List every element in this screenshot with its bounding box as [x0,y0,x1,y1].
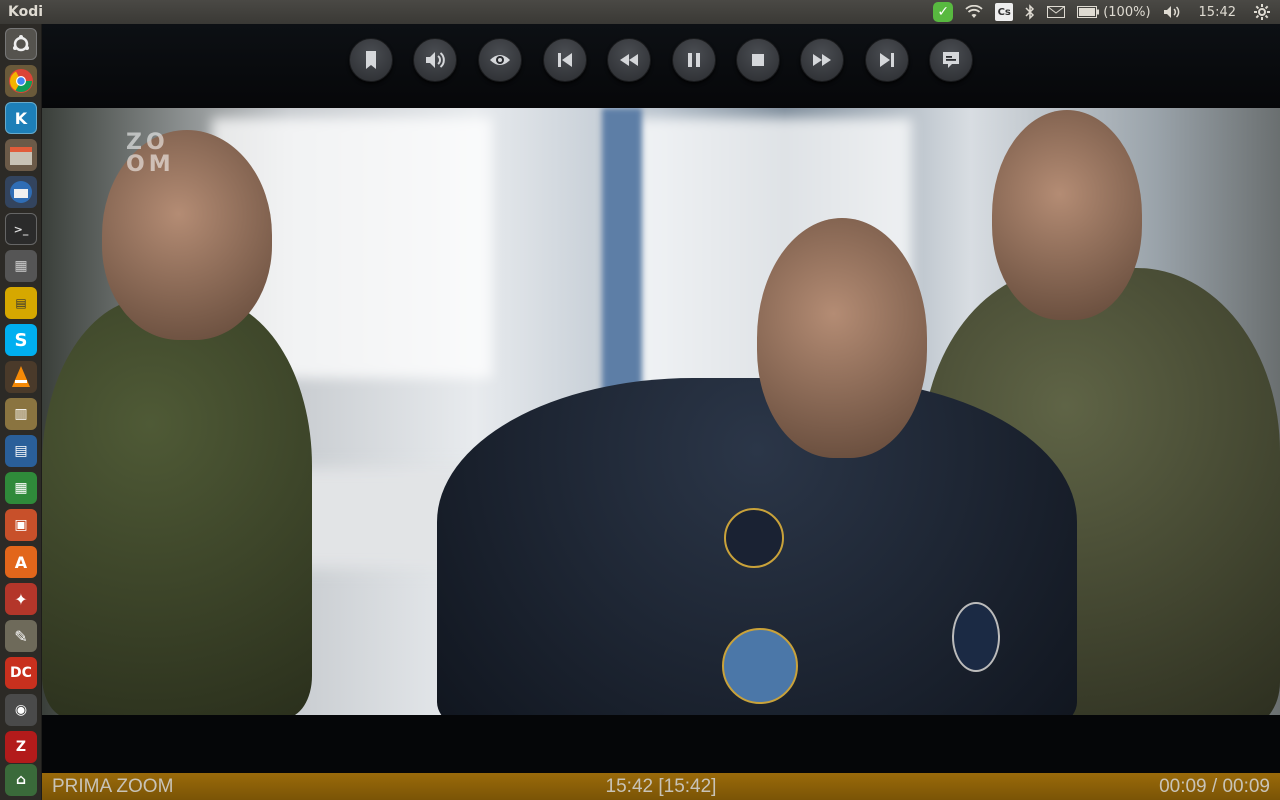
thunderbird-icon[interactable] [5,176,37,208]
doublecmd-icon[interactable]: DC [5,657,37,689]
software-center-icon[interactable]: A [5,546,37,578]
subtitles-button[interactable] [929,38,973,82]
person-center-head [757,218,927,458]
pause-icon [688,53,700,67]
skype-icon[interactable]: S [5,324,37,356]
launcher: K >_ ▦ ▤ S ▥ ▤ ▦ ▣ A ✦ ✎ DC ◉ Z ⌂ [0,24,42,800]
channel-watermark: ZO OM [126,130,175,177]
spreadsheet-icon[interactable]: ▦ [5,472,37,504]
filezilla-icon[interactable]: Z [5,731,37,763]
subtitles-icon [943,52,959,68]
osd-controls [42,24,1280,108]
skip-previous-icon [558,53,572,67]
fast-forward-button[interactable] [800,38,844,82]
fast-forward-icon [813,54,831,66]
top-panel: Kodi ✓ Cs (100%) 15:42 [0,0,1280,24]
bookmark-icon [366,51,376,69]
volume-button[interactable] [413,38,457,82]
bluetooth-indicator[interactable] [1019,0,1041,24]
keyboard-indicator[interactable]: Cs [989,0,1019,24]
update-indicator[interactable]: ✓ [927,0,959,24]
check-icon: ✓ [933,2,954,22]
channel-name: PRIMA ZOOM [52,775,174,797]
webcam-icon[interactable]: ◉ [5,694,37,726]
playback-progress: 00:09 / 00:09 [1159,775,1270,797]
eye-icon [490,55,510,65]
session-indicator[interactable] [1248,0,1276,24]
vlc-icon[interactable] [5,361,37,393]
calculator-icon[interactable]: ▦ [5,250,37,282]
stop-icon [752,54,764,66]
wifi-icon [965,5,983,18]
rewind-button[interactable] [607,38,651,82]
archive-manager-icon[interactable]: ▥ [5,398,37,430]
files-icon[interactable] [5,139,37,171]
current-time: 15:42 [15:42] [605,775,717,797]
pause-button[interactable] [672,38,716,82]
messaging-indicator[interactable] [1041,0,1071,24]
battery-percent: (100%) [1103,4,1151,20]
previous-button[interactable] [543,38,587,82]
dash-icon[interactable] [5,28,37,60]
network-indicator[interactable] [959,0,989,24]
sound-indicator[interactable] [1157,0,1187,24]
system-tray: ✓ Cs (100%) 15:42 [927,0,1280,24]
chrome-icon[interactable] [5,65,37,97]
writer-icon[interactable]: ▤ [5,435,37,467]
clock[interactable]: 15:42 [1187,0,1248,24]
usb-drive-icon[interactable]: ⌂ [5,764,37,796]
badge-patch [724,508,784,568]
kodi-player: ZO OM PRIMA ZOOM 15:42 [15:42] 00:09 / 0… [42,24,1280,800]
battery-icon [1077,6,1100,18]
video-frame[interactable]: ZO OM [42,108,1280,715]
video-settings-button[interactable] [478,38,522,82]
mail-icon [1047,6,1066,18]
badge-patch [952,602,1000,672]
blue-wall [602,108,642,408]
volume-icon [426,52,445,68]
person-right-head [992,110,1142,320]
kodi-icon[interactable]: K [5,102,37,134]
system-settings-icon[interactable]: ✦ [5,583,37,615]
next-button[interactable] [865,38,909,82]
skip-next-icon [880,53,894,67]
app-title: Kodi [8,4,44,20]
presentation-icon[interactable]: ▣ [5,509,37,541]
bluetooth-icon [1025,4,1035,20]
cleaner-icon[interactable]: ✎ [5,620,37,652]
person-left [42,298,312,715]
battery-indicator[interactable]: (100%) [1071,0,1156,24]
bookmark-button[interactable] [349,38,393,82]
ubuntu-logo-icon [13,35,29,52]
speaker-icon [1163,6,1179,18]
cs-icon: Cs [995,3,1014,21]
gear-icon [1254,4,1270,20]
ftp-icon[interactable]: ▤ [5,287,37,319]
badge-patch [722,628,798,704]
info-bar: PRIMA ZOOM 15:42 [15:42] 00:09 / 00:09 [42,773,1280,800]
stop-button[interactable] [736,38,780,82]
terminal-icon[interactable]: >_ [5,213,37,245]
rewind-icon [620,54,638,66]
